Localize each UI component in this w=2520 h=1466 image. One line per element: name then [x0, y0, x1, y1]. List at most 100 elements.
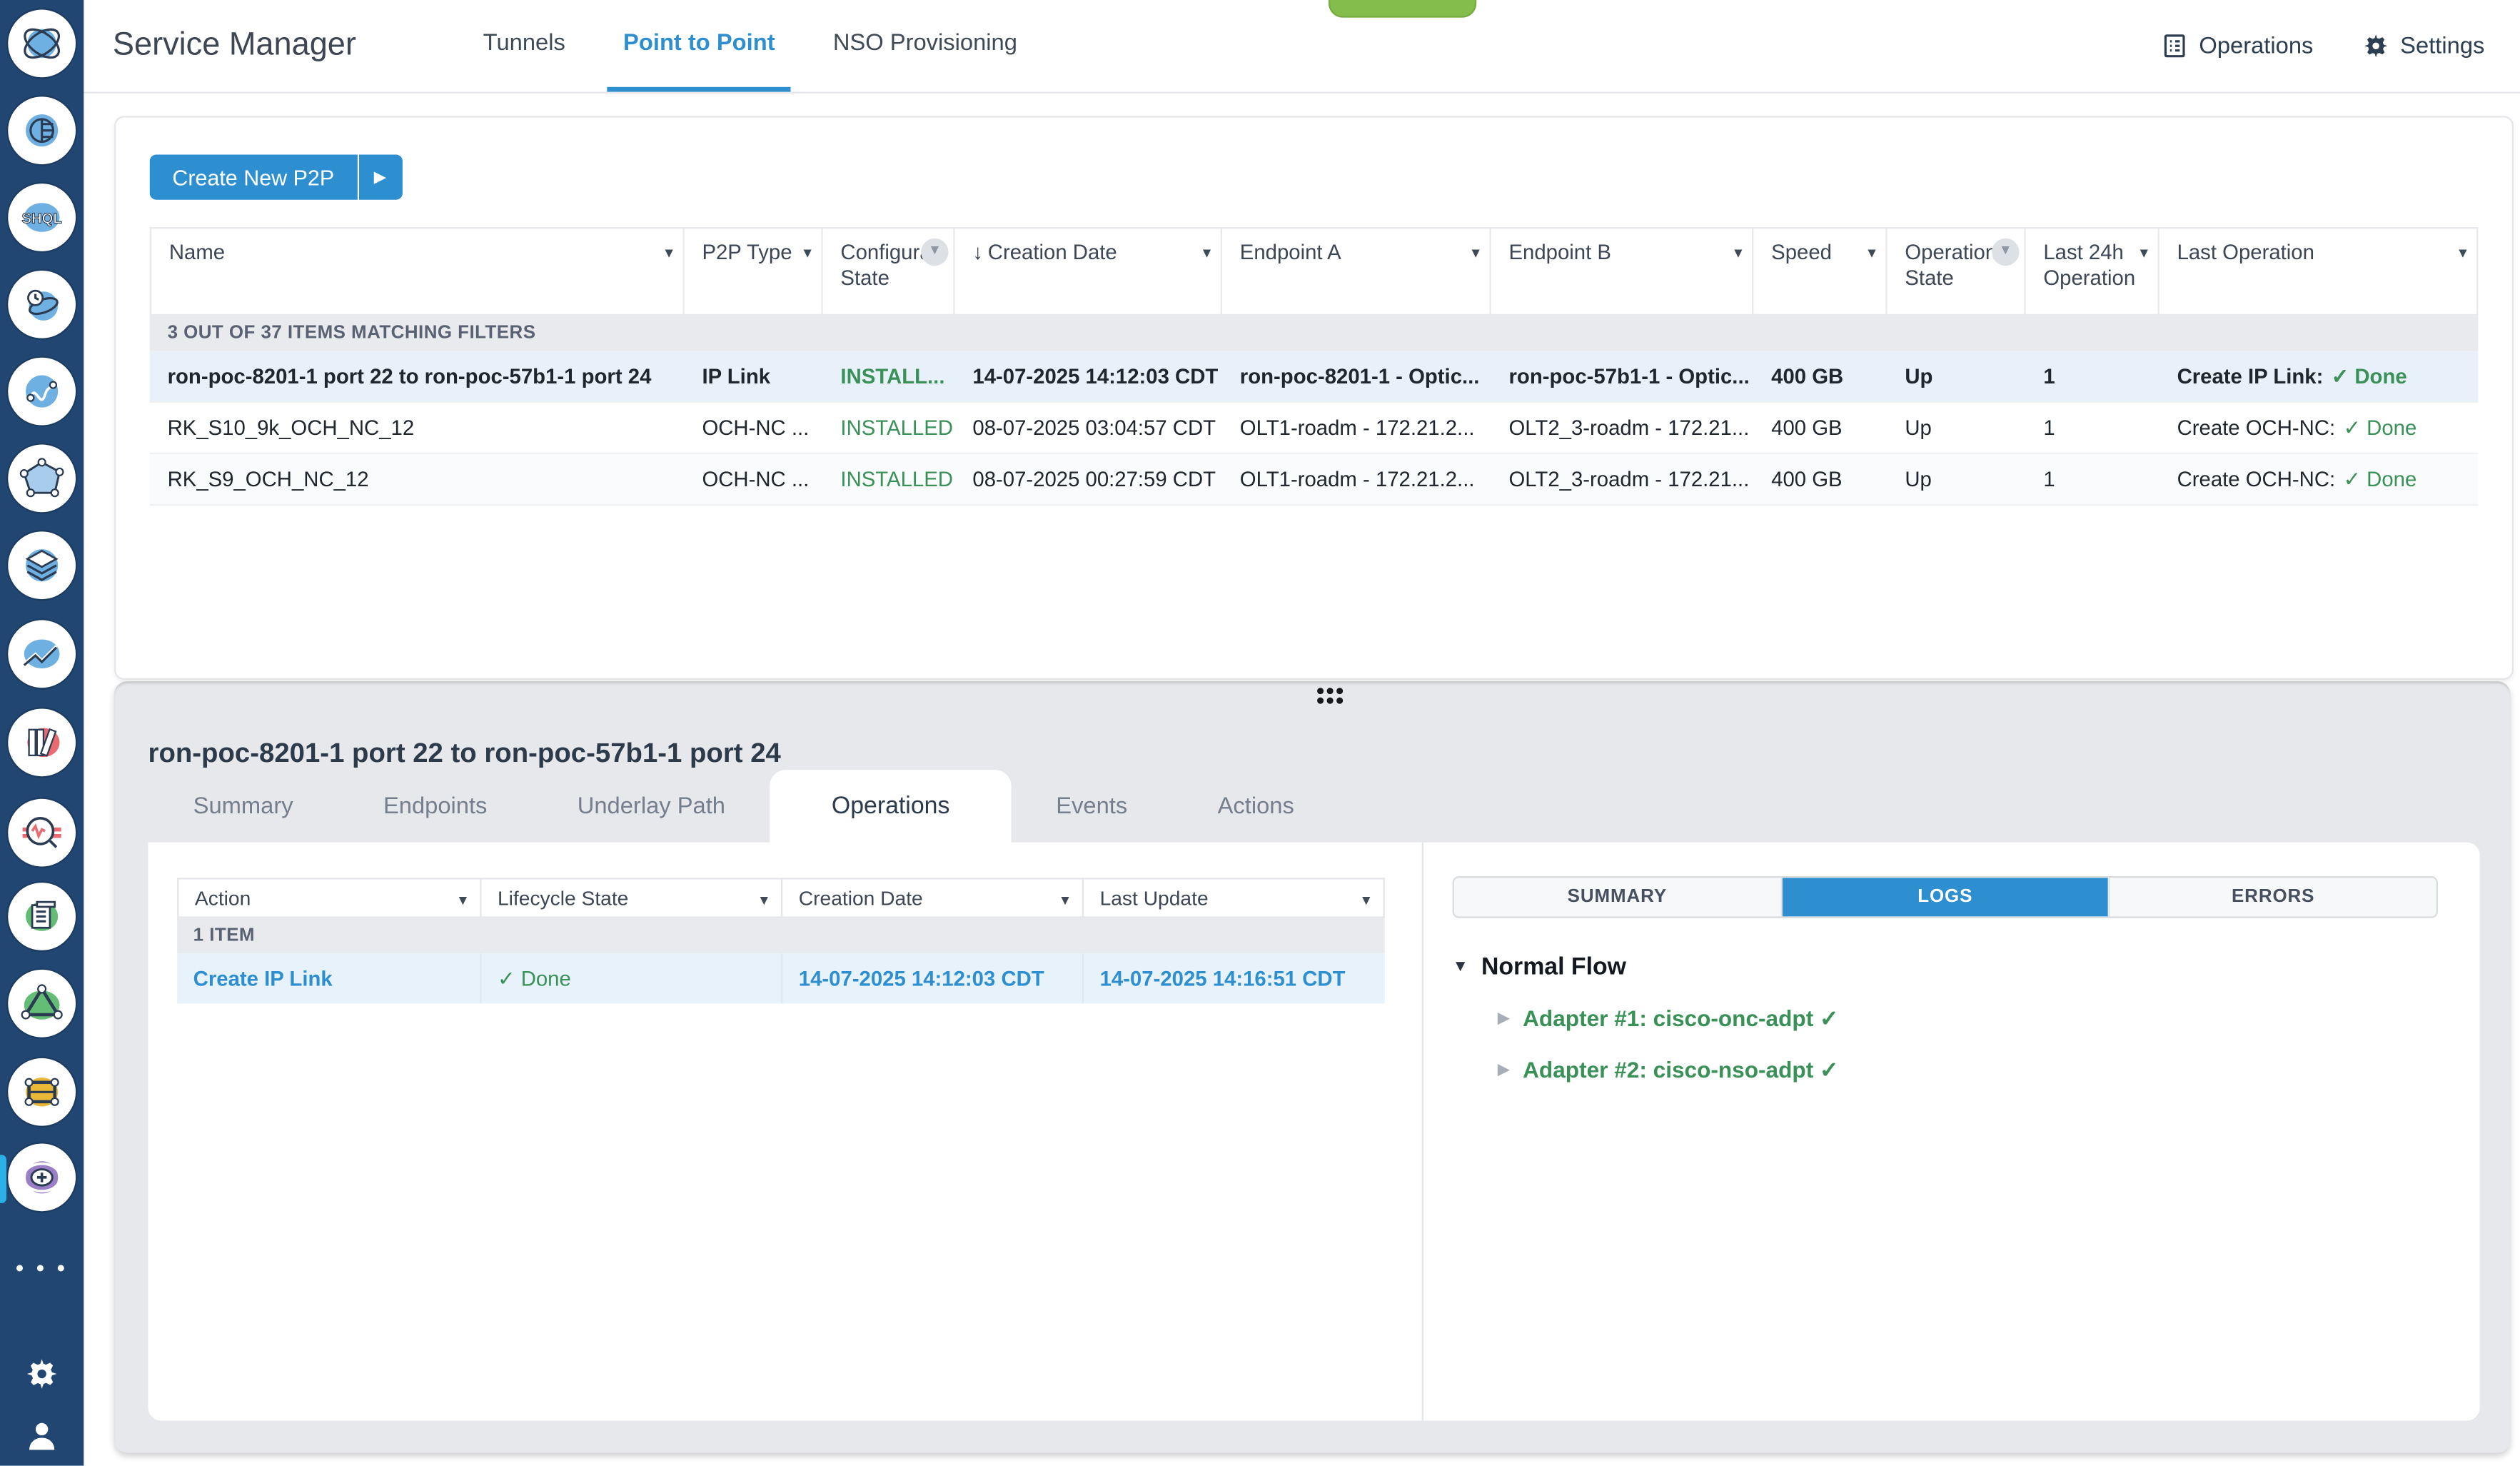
operations-list-icon — [2160, 32, 2187, 59]
trend-chart-icon — [16, 628, 68, 680]
active-item-indicator — [0, 1155, 6, 1203]
operation-row[interactable]: Create IP Link ✓ Done 14-07-2025 14:12:0… — [177, 953, 1385, 1003]
sidebar-item-triangle-network[interactable] — [8, 970, 76, 1038]
box-network-icon — [16, 1066, 68, 1118]
filter-active-icon[interactable]: ▾ — [1992, 239, 2019, 266]
operations-table-header: Action▾ Lifecycle State▾ Creation Date▾ … — [177, 878, 1385, 918]
operations-button[interactable]: Operations — [2160, 32, 2313, 59]
sidebar-settings-button[interactable] — [0, 1356, 84, 1392]
tab-point-to-point[interactable]: Point to Point — [608, 0, 792, 92]
column-header-p2p-type[interactable]: P2P Type▾ — [685, 227, 823, 316]
column-header-creation-date[interactable]: ↓Creation Date▾ — [955, 227, 1222, 316]
sidebar-item-layers[interactable] — [8, 531, 76, 599]
sidebar-item-polygon-network[interactable] — [8, 445, 76, 513]
sidebar-item-box-network[interactable] — [8, 1058, 76, 1126]
adapter-2-toggle[interactable]: ▶ Adapter #2: cisco-nso-adpt ✓ — [1498, 1057, 2438, 1084]
app-title: Service Manager — [113, 0, 454, 92]
tab-actions[interactable]: Actions — [1172, 770, 1339, 843]
sidebar-item-segmented-circle[interactable] — [8, 96, 76, 164]
detail-title: ron-poc-8201-1 port 22 to ron-poc-57b1-1… — [148, 738, 781, 770]
operations-tab-content: Action▾ Lifecycle State▾ Creation Date▾ … — [148, 843, 2480, 1421]
dropdown-icon[interactable]: ▾ — [2140, 245, 2148, 308]
column-header-last-update[interactable]: Last Update▾ — [1084, 878, 1385, 918]
sidebar-item-atom-network[interactable] — [8, 10, 76, 78]
tab-events[interactable]: Events — [1011, 770, 1172, 843]
panel-drag-handle[interactable] — [1317, 688, 1343, 704]
detail-panel: ron-poc-8201-1 port 22 to ron-poc-57b1-1… — [114, 681, 2510, 1452]
create-p2p-dropdown-button[interactable]: ▶ — [358, 155, 402, 200]
tab-nso-provisioning[interactable]: NSO Provisioning — [817, 0, 1033, 92]
tab-operations[interactable]: Operations — [770, 770, 1011, 843]
dropdown-icon[interactable]: ▾ — [1734, 245, 1742, 308]
p2p-table: Name▾ P2P Type▾ ConfiguraState▾ ↓Creatio… — [150, 227, 2479, 506]
curve-path-icon — [16, 366, 68, 417]
topbar-actions: Operations Settings — [2160, 0, 2520, 92]
tab-log-summary[interactable]: SUMMARY — [1454, 878, 1782, 916]
dropdown-icon[interactable]: ▾ — [1203, 245, 1211, 308]
sidebar-item-documents[interactable] — [8, 883, 76, 950]
table-row[interactable]: RK_S10_9k_OCH_NC_12 OCH-NC ... INSTALLED… — [150, 403, 2479, 454]
p2p-table-header: Name▾ P2P Type▾ ConfiguraState▾ ↓Creatio… — [150, 227, 2479, 316]
column-header-last-operation[interactable]: Last Operation▾ — [2159, 227, 2479, 316]
table-row[interactable]: ron-poc-8201-1 port 22 to ron-poc-57b1-1… — [150, 351, 2479, 403]
sidebar-item-trend-chart[interactable] — [8, 620, 76, 688]
column-header-speed[interactable]: Speed▾ — [1753, 227, 1887, 316]
sidebar-more-button[interactable]: • • • — [0, 1255, 84, 1280]
column-header-name[interactable]: Name▾ — [150, 227, 685, 316]
dropdown-icon[interactable]: ▾ — [1472, 245, 1480, 308]
dropdown-icon[interactable]: ▾ — [1362, 891, 1370, 909]
tab-logs[interactable]: LOGS — [1782, 878, 2110, 916]
adapter-1-label: Adapter #1: cisco-onc-adpt ✓ — [1523, 1005, 1838, 1032]
table-row[interactable]: RK_S9_OCH_NC_12 OCH-NC ... INSTALLED 08-… — [150, 454, 2479, 506]
column-header-last-24h-operation[interactable]: Last 24hOperation▾ — [2026, 227, 2159, 316]
flow-label: Normal Flow — [1481, 953, 1626, 980]
layers-icon — [16, 540, 68, 591]
caret-down-icon: ▼ — [1453, 958, 1468, 976]
column-header-endpoint-a[interactable]: Endpoint A▾ — [1222, 227, 1491, 316]
sidebar-item-shql[interactable]: SHQL — [8, 184, 76, 251]
shql-icon: SHQL — [16, 191, 68, 243]
main-nav: Tunnels Point to Point NSO Provisioning — [454, 0, 1046, 92]
operations-label: Operations — [2199, 33, 2313, 59]
dropdown-icon[interactable]: ▾ — [459, 891, 467, 909]
settings-button[interactable]: Settings — [2362, 32, 2484, 59]
column-header-lifecycle-state[interactable]: Lifecycle State▾ — [481, 878, 782, 918]
normal-flow-toggle[interactable]: ▼ Normal Flow — [1453, 953, 2438, 980]
tab-underlay-path[interactable]: Underlay Path — [533, 770, 771, 843]
dropdown-icon[interactable]: ▾ — [665, 245, 672, 308]
sidebar-item-service-create[interactable] — [8, 1143, 76, 1211]
more-dots-icon: • • • — [16, 1255, 68, 1280]
dropdown-icon[interactable]: ▾ — [803, 245, 811, 308]
caret-right-icon: ▶ — [1498, 1010, 1510, 1028]
column-header-configuration-state[interactable]: ConfiguraState▾ — [823, 227, 955, 316]
sidebar-item-globe-clock[interactable] — [8, 271, 76, 338]
dropdown-icon[interactable]: ▾ — [1061, 891, 1069, 909]
dropdown-icon[interactable]: ▾ — [2459, 245, 2466, 308]
column-header-endpoint-b[interactable]: Endpoint B▾ — [1491, 227, 1754, 316]
operations-table: Action▾ Lifecycle State▾ Creation Date▾ … — [177, 878, 1385, 1003]
sidebar-item-pulse-search[interactable] — [8, 799, 76, 867]
dropdown-icon[interactable]: ▾ — [760, 891, 768, 909]
column-header-creation-date[interactable]: Creation Date▾ — [782, 878, 1084, 918]
tab-endpoints[interactable]: Endpoints — [338, 770, 533, 843]
gear-icon — [2362, 32, 2389, 59]
sidebar-item-curve-path[interactable] — [8, 358, 76, 426]
adapter-1-toggle[interactable]: ▶ Adapter #1: cisco-onc-adpt ✓ — [1498, 1005, 2438, 1032]
sidebar-user-button[interactable] — [0, 1417, 84, 1453]
dropdown-icon[interactable]: ▾ — [1868, 245, 1875, 308]
log-panel: SUMMARY LOGS ERRORS ▼ Normal Flow ▶ Adap… — [1453, 876, 2438, 1084]
create-p2p-button[interactable]: Create New P2P — [150, 155, 358, 200]
column-header-action[interactable]: Action▾ — [177, 878, 481, 918]
tab-errors[interactable]: ERRORS — [2110, 878, 2436, 916]
person-icon — [24, 1417, 60, 1453]
sidebar-item-books[interactable] — [8, 708, 76, 776]
gear-icon — [24, 1356, 60, 1392]
books-icon — [16, 717, 68, 768]
column-header-operational-state[interactable]: OperationState▾ — [1888, 227, 2026, 316]
tab-tunnels[interactable]: Tunnels — [467, 0, 581, 92]
filter-active-icon[interactable]: ▾ — [921, 239, 948, 266]
tab-summary[interactable]: Summary — [148, 770, 338, 843]
toast-notification[interactable] — [1329, 0, 1477, 18]
caret-right-icon: ▶ — [1498, 1061, 1510, 1079]
adapter-2-label: Adapter #2: cisco-nso-adpt ✓ — [1523, 1057, 1838, 1084]
